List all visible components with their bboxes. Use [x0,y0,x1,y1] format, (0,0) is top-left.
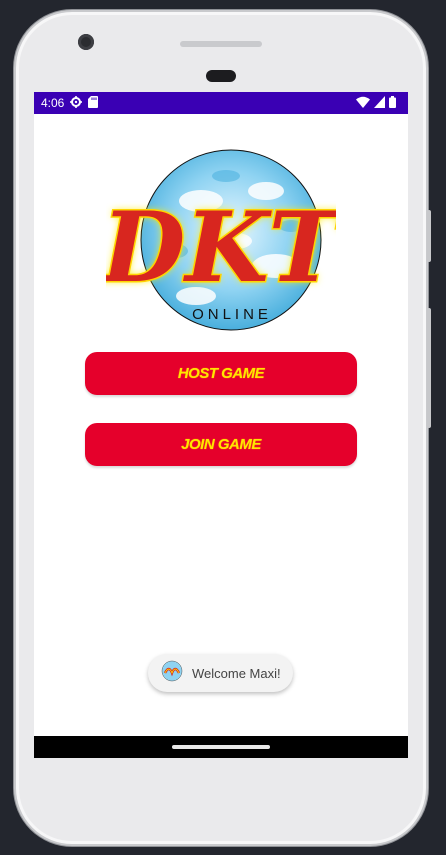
toast-message: Welcome Maxi! [192,665,281,681]
host-game-button[interactable]: HOST GAME [85,352,357,395]
battery-icon [389,96,396,111]
status-bar: 4:06 [34,92,408,114]
front-camera [78,34,94,50]
settings-icon [70,95,83,111]
earpiece [206,70,236,82]
logo-sub-text: ONLINE [192,306,272,323]
top-speaker [180,41,262,47]
home-gesture-handle[interactable] [172,745,270,749]
join-game-button[interactable]: JOIN GAME [85,423,357,466]
wifi-icon [356,96,370,111]
status-time: 4:06 [41,96,65,110]
app-logo-icon [148,660,183,686]
svg-text:DKT: DKT [106,191,336,304]
sd-card-icon [88,95,99,111]
logo-main-text: DKT DKT [97,190,348,306]
power-button [427,210,431,262]
dkt-online-logo: DKT DKT ONLINE [97,146,348,336]
volume-button [427,308,431,428]
cell-signal-icon [374,96,385,111]
app-screen: 4:06 DKT DKT ONLINE HOST GAME JOIN GAME … [34,92,408,758]
navigation-bar [34,736,408,758]
welcome-toast: Welcome Maxi! [148,654,293,692]
